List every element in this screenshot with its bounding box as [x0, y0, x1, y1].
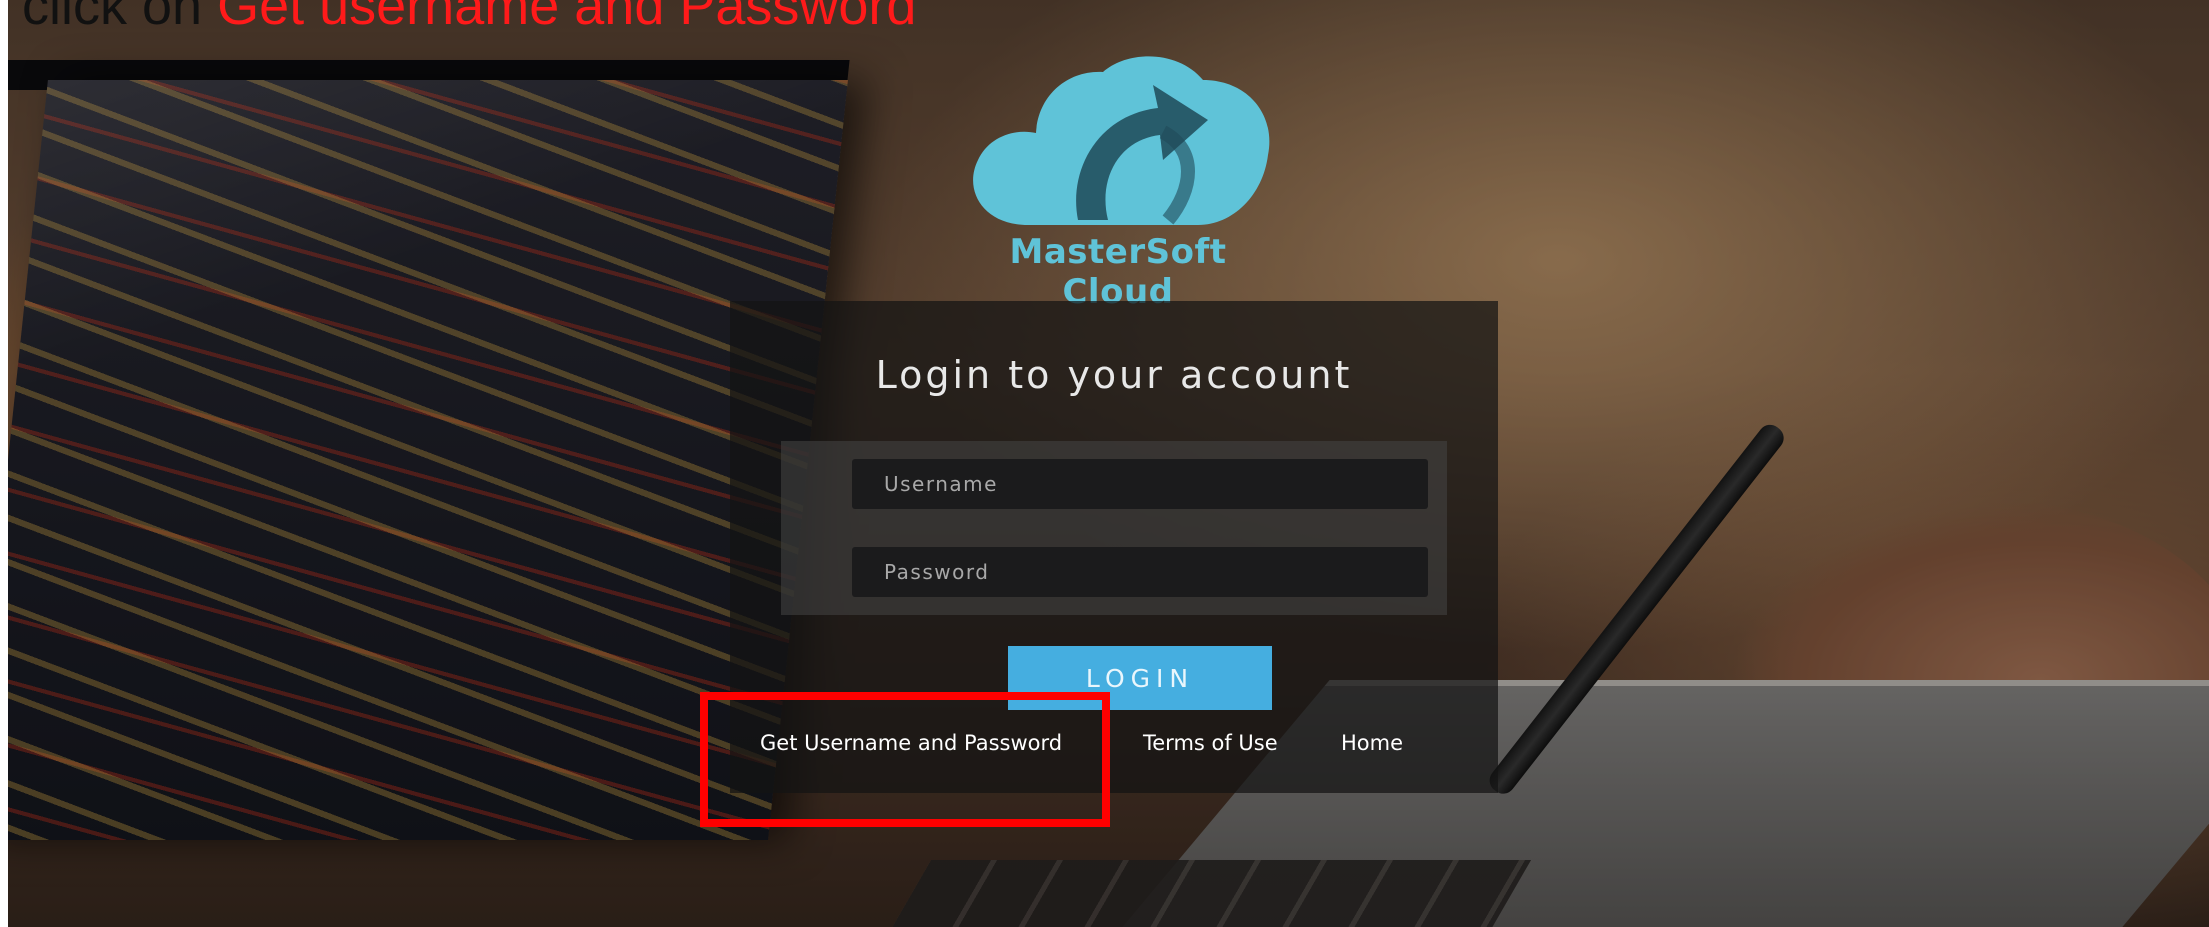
- login-title: Login to your account: [875, 353, 1353, 397]
- caption-highlight-text: Get username and Password: [217, 0, 917, 36]
- credentials-fieldset: [781, 441, 1447, 615]
- home-link[interactable]: Home: [1341, 731, 1403, 755]
- brand-name: MasterSoft Cloud: [1009, 232, 1227, 312]
- instruction-caption: click on Get username and Password: [22, 0, 916, 38]
- highlight-annotation-box: [700, 692, 1110, 827]
- username-input[interactable]: [852, 459, 1428, 509]
- terms-of-use-link[interactable]: Terms of Use: [1143, 731, 1278, 755]
- caption-lead-text: click on: [22, 0, 218, 36]
- password-input[interactable]: [852, 547, 1428, 597]
